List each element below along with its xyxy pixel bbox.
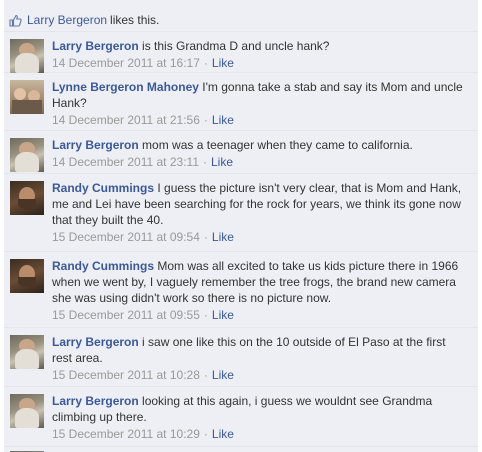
comment-author-link[interactable]: Larry Bergeron	[52, 394, 139, 408]
comment-item: Larry Bergeron is this Grandma D and unc…	[4, 32, 478, 73]
comment-timestamp[interactable]: 14 December 2011 at 16:17	[52, 56, 200, 70]
comment-item: Randy Cummings I guess the picture isn't…	[4, 174, 478, 252]
meta-separator: ·	[203, 308, 208, 322]
avatar[interactable]	[10, 394, 44, 428]
meta-separator: ·	[203, 230, 208, 244]
comment-text: is this Grandma D and uncle hank?	[142, 39, 330, 53]
avatar[interactable]	[10, 335, 44, 369]
comment-author-link[interactable]: Lynne Bergeron Mahoney	[52, 80, 199, 94]
comment-item: Randy Cummings Mom was all excited to ta…	[4, 252, 478, 328]
comment-timestamp[interactable]: 14 December 2011 at 21:56	[52, 113, 200, 127]
like-link[interactable]: Like	[212, 308, 234, 322]
comment-timestamp[interactable]: 14 December 2011 at 23:11	[52, 155, 199, 169]
comment-item: Larry Bergeron i saw one like this on th…	[4, 328, 478, 387]
comment-item: Larry Bergeron looking at this again, i …	[4, 387, 478, 447]
write-comment-row	[4, 447, 478, 452]
comment-timestamp[interactable]: 15 December 2011 at 09:55	[52, 308, 200, 322]
comment-author-link[interactable]: Larry Bergeron	[52, 39, 139, 53]
like-link[interactable]: Like	[212, 427, 234, 441]
comment-timestamp[interactable]: 15 December 2011 at 09:54	[52, 230, 200, 244]
comment-author-link[interactable]: Randy Cummings	[52, 181, 154, 195]
meta-separator: ·	[203, 155, 207, 169]
like-link[interactable]: Like	[212, 113, 234, 127]
comment-timestamp[interactable]: 15 December 2011 at 10:28	[52, 368, 200, 382]
meta-separator: ·	[203, 427, 208, 441]
likes-user-link[interactable]: Larry Bergeron	[27, 13, 107, 27]
meta-separator: ·	[203, 113, 208, 127]
comment-author-link[interactable]: Randy Cummings	[52, 259, 154, 273]
meta-separator: ·	[203, 368, 208, 382]
avatar[interactable]	[10, 181, 44, 215]
comment-timestamp[interactable]: 15 December 2011 at 10:29	[52, 427, 200, 441]
like-link[interactable]: Like	[212, 56, 234, 70]
avatar[interactable]	[10, 138, 44, 172]
avatar[interactable]	[10, 80, 44, 114]
comment-author-link[interactable]: Larry Bergeron	[52, 335, 139, 349]
comments-panel: Larry Bergeron likes this. Larry Bergero…	[4, 0, 478, 452]
comment-item: Larry Bergeron mom was a teenager when t…	[4, 131, 478, 174]
like-link[interactable]: Like	[212, 368, 234, 382]
comment-text: mom was a teenager when they came to cal…	[142, 138, 413, 152]
comment-item: Lynne Bergeron Mahoney I'm gonna take a …	[4, 73, 478, 131]
likes-suffix: likes this.	[110, 13, 160, 27]
avatar[interactable]	[10, 259, 44, 293]
comment-author-link[interactable]: Larry Bergeron	[52, 138, 139, 152]
like-link[interactable]: Like	[211, 155, 233, 169]
like-link[interactable]: Like	[212, 230, 234, 244]
avatar[interactable]	[10, 39, 44, 73]
meta-separator: ·	[203, 56, 208, 70]
thumbs-up-icon	[9, 14, 22, 27]
likes-summary: Larry Bergeron likes this.	[4, 0, 478, 32]
